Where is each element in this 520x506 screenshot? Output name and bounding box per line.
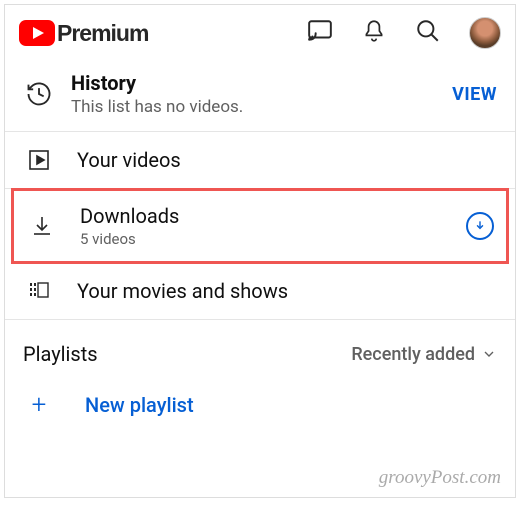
avatar[interactable]	[469, 17, 501, 49]
playlists-title: Playlists	[23, 342, 351, 366]
cast-icon[interactable]	[307, 18, 333, 48]
search-icon[interactable]	[415, 18, 441, 48]
downloads-title: Downloads	[80, 204, 466, 228]
history-section[interactable]: History This list has no videos. VIEW	[5, 61, 515, 132]
download-progress-icon	[466, 212, 494, 240]
plus-icon: +	[23, 390, 55, 420]
youtube-icon	[19, 20, 55, 46]
new-playlist-row[interactable]: + New playlist	[5, 376, 515, 434]
chevron-down-icon	[481, 346, 497, 362]
top-bar: Premium	[5, 5, 515, 61]
youtube-premium-logo[interactable]: Premium	[19, 20, 148, 47]
movies-shows-row[interactable]: Your movies and shows	[5, 263, 515, 320]
new-playlist-label: New playlist	[85, 393, 194, 417]
notifications-icon[interactable]	[361, 18, 387, 48]
history-icon	[23, 80, 55, 108]
download-icon	[26, 214, 58, 238]
film-icon	[23, 279, 55, 303]
history-subtitle: This list has no videos.	[71, 97, 452, 117]
your-videos-label: Your videos	[77, 148, 497, 172]
movies-shows-label: Your movies and shows	[77, 279, 497, 303]
your-videos-row[interactable]: Your videos	[5, 132, 515, 189]
downloads-subtitle: 5 videos	[80, 230, 466, 248]
playlists-header: Playlists Recently added	[5, 320, 515, 376]
play-box-icon	[23, 148, 55, 172]
view-link[interactable]: VIEW	[452, 84, 497, 105]
history-title: History	[71, 71, 452, 95]
brand-text: Premium	[57, 20, 148, 47]
sort-label: Recently added	[351, 344, 475, 365]
watermark: groovyPost.com	[379, 467, 501, 489]
downloads-row[interactable]: Downloads 5 videos	[11, 188, 509, 264]
playlists-sort[interactable]: Recently added	[351, 344, 497, 365]
